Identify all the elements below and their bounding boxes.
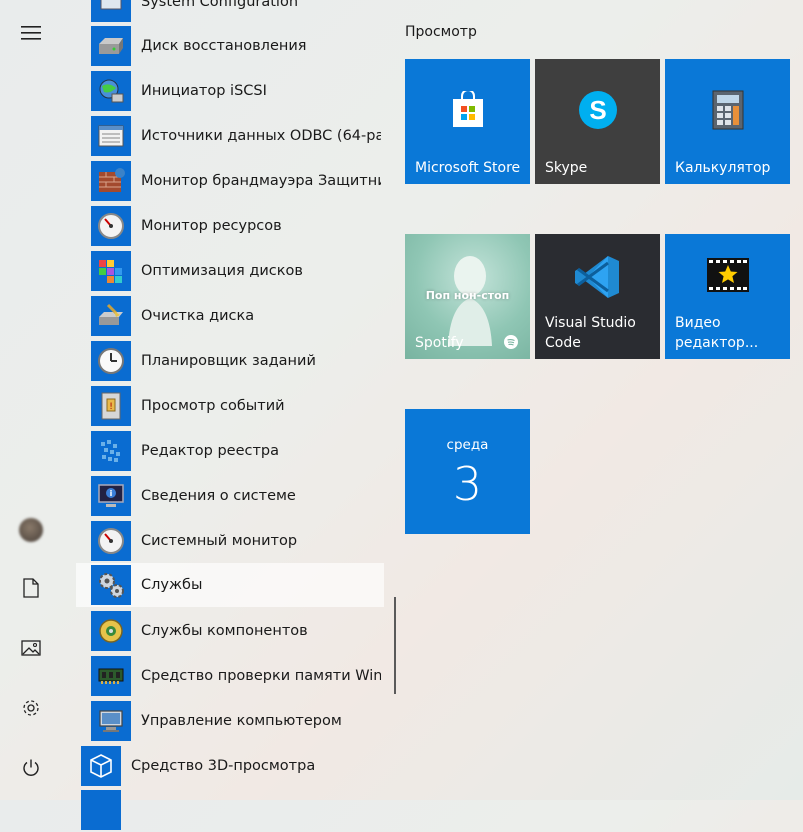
calculator-icon <box>711 89 745 135</box>
app-item-resource-monitor[interactable]: Монитор ресурсов <box>76 204 384 248</box>
app-item-defrag[interactable]: Оптимизация дисков <box>76 249 384 293</box>
computer-management-icon <box>91 701 131 741</box>
component-services-icon <box>91 611 131 651</box>
svg-text:S: S <box>589 95 606 125</box>
tile-label: Spotify <box>415 335 464 351</box>
spotify-logo-icon <box>504 335 518 349</box>
tile-microsoft-store[interactable]: Microsoft Store <box>405 59 530 184</box>
tile-label: Visual Studio Code <box>545 315 636 351</box>
app-label: Службы компонентов <box>141 623 308 639</box>
app-item-firewall-monitor[interactable]: Монитор брандмауэра Защитник... <box>76 159 384 203</box>
app-item-odbc[interactable]: Источники данных ODBC (64-раз... <box>76 114 384 158</box>
tile-label: Microsoft Store <box>415 160 521 176</box>
odbc-icon <box>91 116 131 156</box>
resource-gauge-icon <box>91 206 131 246</box>
tile-label: Калькулятор <box>675 160 771 176</box>
store-bag-icon <box>451 88 485 133</box>
firewall-brick-icon <box>91 161 131 201</box>
app-item-partial[interactable] <box>76 788 384 832</box>
app-label: Инициатор iSCSI <box>141 83 267 99</box>
app-item-system-configuration[interactable]: System Configuration <box>76 0 384 24</box>
app-item-recovery-drive[interactable]: Диск восстановления <box>76 24 384 68</box>
vscode-icon <box>574 253 622 305</box>
power-icon <box>23 759 39 776</box>
app-label: Монитор брандмауэра Защитник... <box>141 173 381 189</box>
spotify-promo-text: Поп нон-стоп <box>425 289 510 302</box>
app-item-registry-editor[interactable]: Редактор реестра <box>76 429 384 473</box>
tile-calculator[interactable]: Калькулятор <box>665 59 790 184</box>
iscsi-globe-icon <box>91 71 131 111</box>
pictures-button[interactable] <box>0 624 62 672</box>
app-label: Средство проверки памяти Wind... <box>141 668 381 684</box>
power-button[interactable] <box>0 744 62 792</box>
tile-spotify[interactable]: Поп нон-стоп Spotify <box>405 234 530 359</box>
app-label: Сведения о системе <box>141 488 296 504</box>
settings-button[interactable] <box>0 684 62 732</box>
video-editor-icon <box>706 257 750 297</box>
system-config-icon <box>91 0 131 22</box>
app-label: Оптимизация дисков <box>141 263 303 279</box>
app-label: System Configuration <box>141 0 299 10</box>
app-item-task-scheduler[interactable]: Планировщик заданий <box>76 339 384 383</box>
tile-label: Видео редактор... <box>675 315 759 351</box>
cube-3d-icon <box>81 746 121 786</box>
app-label: Редактор реестра <box>141 443 280 459</box>
tile-group-title: Просмотр <box>405 24 477 40</box>
app-label: Средство 3D-просмотра <box>131 758 316 774</box>
hamburger-icon <box>21 26 41 40</box>
app-list-scrollbar[interactable] <box>394 597 396 694</box>
app-item-event-viewer[interactable]: ! Просмотр событий <box>76 384 384 428</box>
tile-visual-studio-code[interactable]: Visual Studio Code <box>535 234 660 359</box>
app-label: Планировщик заданий <box>141 353 316 369</box>
partial-app-icon <box>81 790 121 830</box>
app-item-3d-viewer[interactable]: Средство 3D-просмотра <box>76 744 384 788</box>
app-label: Диск восстановления <box>141 38 307 54</box>
tile-skype[interactable]: S Skype <box>535 59 660 184</box>
pictures-icon <box>21 640 41 656</box>
skype-icon: S <box>576 88 620 136</box>
svg-text:!: ! <box>109 402 113 412</box>
app-label: Монитор ресурсов <box>141 218 282 234</box>
performance-gauge-icon <box>91 521 131 561</box>
app-label: Очистка диска <box>141 308 255 324</box>
svg-text:i: i <box>110 489 113 498</box>
avatar <box>19 518 43 542</box>
tile-video-editor[interactable]: Видео редактор... <box>665 234 790 359</box>
app-label: Источники данных ODBC (64-раз... <box>141 128 381 144</box>
memory-chip-icon <box>91 656 131 696</box>
app-item-component-services[interactable]: Службы компонентов <box>76 609 384 653</box>
user-account-button[interactable] <box>0 506 62 554</box>
app-item-memory-diagnostic[interactable]: Средство проверки памяти Wind... <box>76 654 384 698</box>
expand-menu-button[interactable] <box>0 9 62 57</box>
start-rail <box>0 0 62 800</box>
gear-icon <box>23 700 39 716</box>
app-item-performance-monitor[interactable]: Системный монитор <box>76 519 384 563</box>
event-viewer-icon: ! <box>91 386 131 426</box>
app-item-iscsi-initiator[interactable]: Инициатор iSCSI <box>76 69 384 113</box>
app-list: System Configuration Диск восстановления… <box>76 0 384 830</box>
app-item-computer-management[interactable]: Управление компьютером <box>76 699 384 743</box>
gears-icon <box>91 565 131 605</box>
app-item-disk-cleanup[interactable]: Очистка диска <box>76 294 384 338</box>
app-label: Просмотр событий <box>141 398 285 414</box>
tile-label: Skype <box>545 160 588 176</box>
app-label: Службы <box>141 577 203 593</box>
calendar-weekday: среда <box>446 437 489 453</box>
clock-icon <box>91 341 131 381</box>
registry-icon <box>91 431 131 471</box>
document-icon <box>23 578 39 598</box>
defrag-icon <box>91 251 131 291</box>
system-info-icon: i <box>91 476 131 516</box>
tile-calendar[interactable]: среда 3 <box>405 409 530 534</box>
app-label: Системный монитор <box>141 533 298 549</box>
app-item-services[interactable]: Службы <box>76 563 384 607</box>
disk-cleanup-icon <box>91 296 131 336</box>
app-item-system-information[interactable]: i Сведения о системе <box>76 474 384 518</box>
recovery-drive-icon <box>91 26 131 66</box>
calendar-date: 3 <box>452 457 483 511</box>
app-label: Управление компьютером <box>141 713 342 729</box>
documents-button[interactable] <box>0 564 62 612</box>
